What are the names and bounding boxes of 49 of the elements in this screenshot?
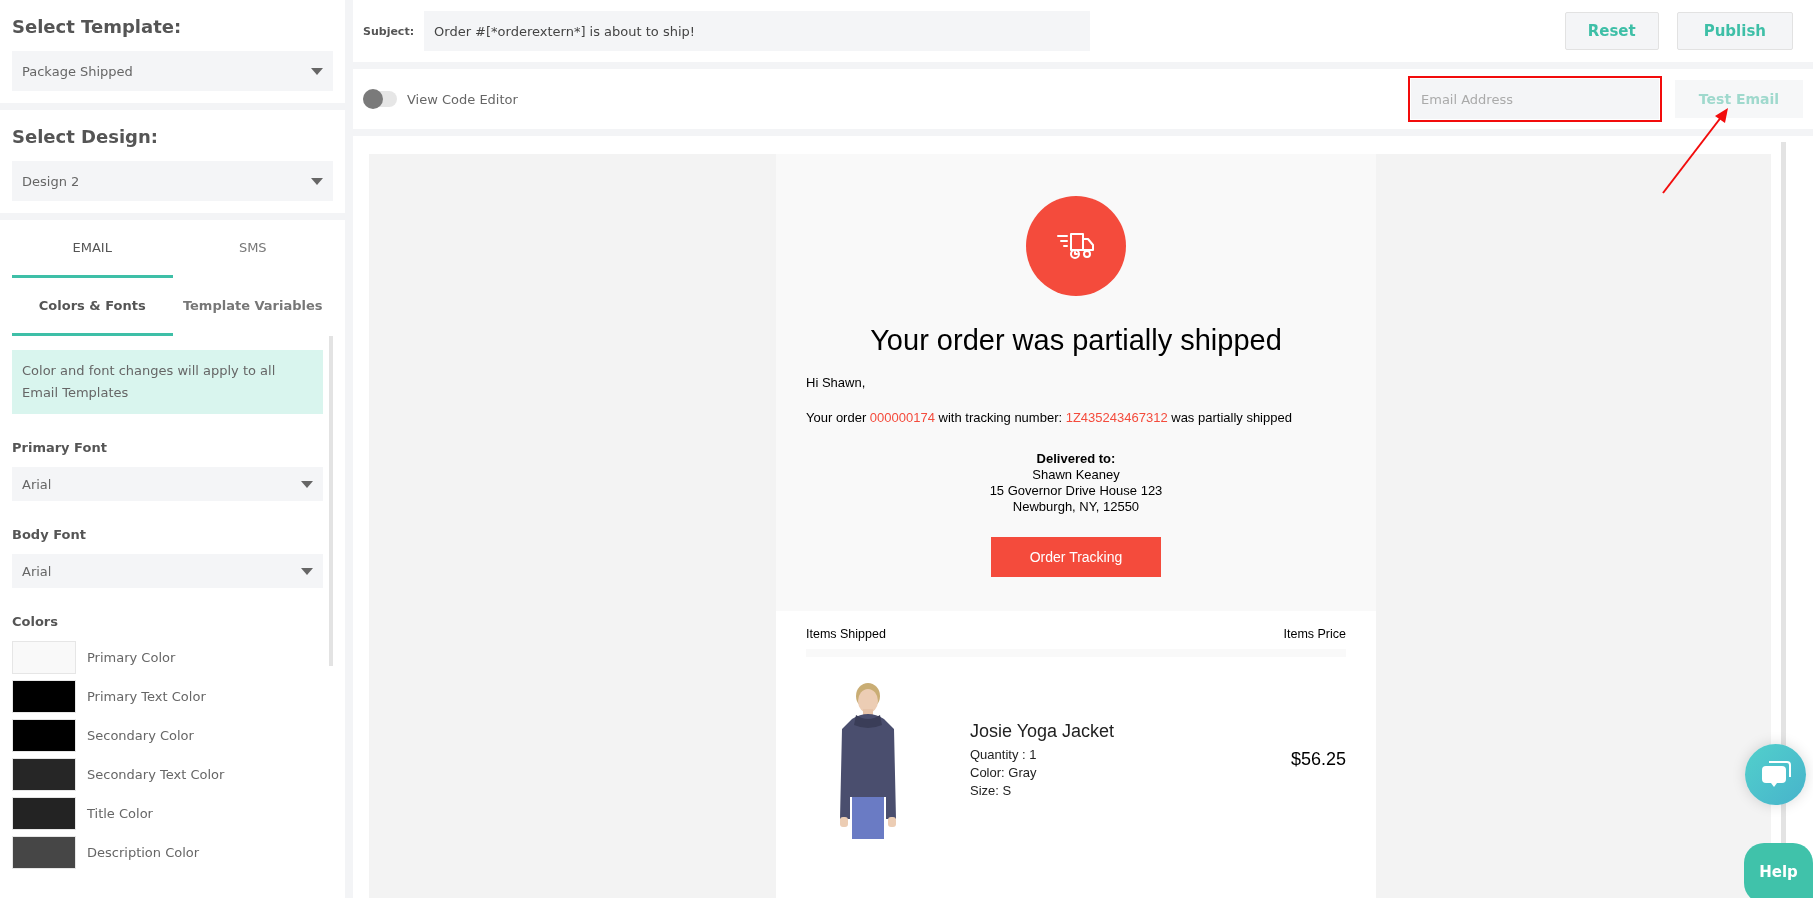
greeting-text: Hi Shawn, [806,375,867,390]
section-tab[interactable]: Template Variables [172,278,333,336]
caret-icon [311,177,323,185]
field-label: Primary Font [12,440,108,455]
address-line: Newburgh, NY, 12550 [1012,499,1140,515]
design-dropdown[interactable]: Design 2 [12,161,333,201]
color-label: Title Color [87,806,153,821]
address-line: 15 Governor Drive House 123 [989,483,1163,499]
column-header: Items Shipped [806,627,886,641]
font-dropdown[interactable]: Arial [12,554,323,588]
column-header: Items Price [1283,627,1346,641]
template-dropdown[interactable]: Package Shipped [12,51,333,91]
color-swatch[interactable] [12,719,76,752]
color-label: Primary Color [87,650,176,665]
channel-tab[interactable]: EMAIL [12,220,173,278]
message-text: Your order 000000174 with tracking number: 1Z435243467312 was partially shipped [806,410,1293,425]
order-tracking-button[interactable]: Order Tracking [991,537,1161,577]
subject-label: Subject: [363,24,415,38]
caret-icon [301,567,313,575]
color-swatch[interactable] [12,680,76,713]
color-swatch[interactable] [12,758,76,791]
subject-field[interactable]: Order #[*orderextern*] is about to ship! [424,11,1091,51]
caret-icon [301,480,313,488]
font-dropdown[interactable]: Arial [12,467,323,501]
section-heading: Select Design: [12,126,160,147]
info-notice: Color and font changes will apply to all Email Templates [12,350,323,414]
toggle-switch[interactable] [363,91,397,107]
address-line: Shawn Keaney [1032,467,1120,483]
field-label: Body Font [12,527,87,542]
color-swatch[interactable] [12,836,76,869]
toggle-label: View Code Editor [407,91,518,107]
product-price: $56.25 [1290,748,1346,770]
color-swatch[interactable] [12,797,76,830]
color-label: Description Color [87,845,200,860]
color-swatch[interactable] [12,641,76,674]
section-tab[interactable]: Colors & Fonts [12,278,173,336]
color-label: Secondary Text Color [87,767,225,782]
product-detail: Quantity : 1 [970,746,1038,762]
color-label: Primary Text Color [87,689,206,704]
caret-icon [311,67,323,75]
email-title: Your order was partially shipped [870,324,1282,357]
delivered-label: Delivered to: [1036,451,1116,467]
product-detail: Size: S [970,782,1013,798]
product-name: Josie Yoga Jacket [970,720,1116,742]
product-detail: Color: Gray [970,764,1038,780]
color-label: Secondary Color [87,728,194,743]
section-heading: Select Template: [12,16,183,37]
field-label: Colors [12,614,59,629]
channel-tab[interactable]: SMS [172,220,333,278]
